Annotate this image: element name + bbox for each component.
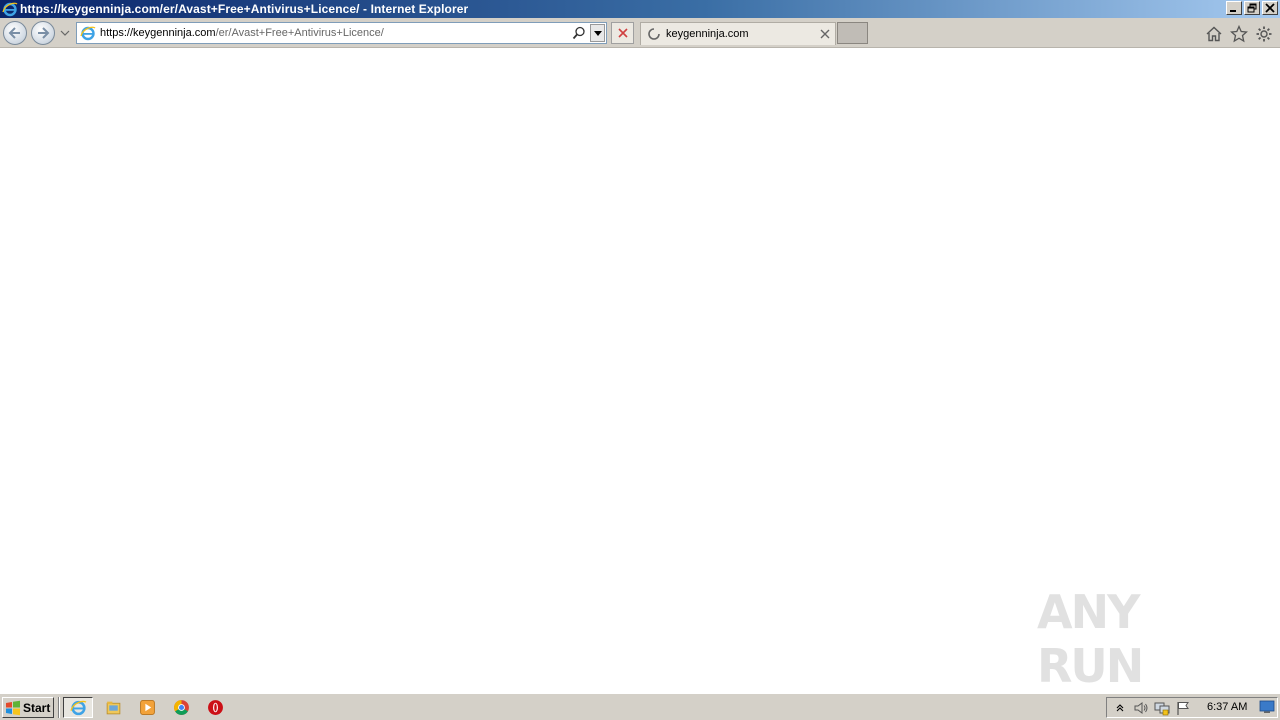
show-hidden-icons-button[interactable]	[1112, 700, 1128, 716]
search-icon[interactable]	[572, 26, 586, 40]
close-window-button[interactable]	[1262, 1, 1278, 15]
opera-icon	[207, 700, 223, 715]
clock[interactable]: 6:37 AM	[1207, 701, 1247, 713]
media-player-icon	[139, 700, 155, 715]
close-icon	[1265, 3, 1275, 13]
taskbar-chrome[interactable]	[166, 697, 196, 718]
tools-gear-icon[interactable]	[1255, 25, 1273, 43]
windows-logo-icon	[6, 700, 20, 715]
chevron-up-icon	[1116, 703, 1124, 711]
recent-pages-dropdown[interactable]	[59, 28, 71, 38]
address-bar[interactable]: https://keygenninja.com/er/Avast+Free+An…	[76, 22, 607, 44]
system-tray: 6:37 AM	[1106, 697, 1278, 718]
start-button[interactable]: Start	[2, 697, 54, 718]
url-path: /er/Avast+Free+Antivirus+Licence/	[215, 27, 384, 39]
window-title: https://keygenninja.com/er/Avast+Free+An…	[20, 2, 469, 16]
new-tab-button[interactable]	[837, 22, 868, 44]
folder-icon	[106, 701, 120, 715]
taskbar-opera[interactable]	[200, 697, 230, 718]
restore-button[interactable]	[1244, 1, 1260, 15]
taskbar-internet-explorer[interactable]	[63, 697, 93, 718]
forward-button[interactable]	[31, 21, 55, 45]
volume-button[interactable]	[1133, 700, 1149, 716]
taskbar-file-explorer[interactable]	[98, 697, 128, 718]
address-dropdown-button[interactable]	[590, 24, 605, 42]
watermark-text: ANY RUN	[1037, 585, 1144, 693]
title-bar: https://keygenninja.com/er/Avast+Free+An…	[0, 0, 1280, 18]
stop-icon	[617, 28, 628, 38]
ie-logo-icon	[2, 2, 18, 17]
taskbar: Start 6:37 AM	[0, 693, 1280, 720]
start-label: Start	[23, 700, 51, 715]
taskbar-separator	[58, 697, 60, 718]
minimize-button[interactable]	[1226, 1, 1242, 15]
chevron-down-icon	[593, 30, 602, 36]
url-host: https://keygenninja.com	[100, 27, 216, 39]
loading-spinner-icon	[648, 28, 660, 40]
close-tab-icon[interactable]	[819, 28, 831, 40]
back-arrow-icon	[8, 27, 20, 39]
taskbar-media-player[interactable]	[132, 697, 162, 718]
tab-label: keygenninja.com	[666, 28, 749, 40]
chrome-icon	[173, 700, 189, 715]
browser-tab[interactable]: keygenninja.com	[640, 22, 836, 45]
anyrun-watermark: ANY RUN	[1037, 585, 1237, 693]
minimize-icon	[1230, 10, 1236, 12]
network-icon	[1154, 702, 1170, 715]
internet-explorer-icon	[69, 700, 86, 716]
speaker-icon	[1134, 701, 1148, 714]
page-favicon-icon	[80, 26, 96, 41]
show-desktop-icon[interactable]	[1259, 700, 1275, 714]
home-icon[interactable]	[1205, 25, 1223, 43]
address-url[interactable]: https://keygenninja.com/er/Avast+Free+An…	[100, 27, 384, 39]
action-center-button[interactable]	[1175, 700, 1191, 716]
back-button[interactable]	[3, 21, 27, 45]
stop-button[interactable]	[611, 22, 634, 44]
forward-arrow-icon	[38, 27, 50, 39]
chevron-down-icon	[60, 30, 70, 36]
navigation-bar: https://keygenninja.com/er/Avast+Free+An…	[0, 18, 1280, 48]
restore-icon	[1247, 3, 1257, 13]
network-button[interactable]	[1154, 700, 1170, 716]
flag-icon	[1177, 701, 1189, 715]
favorites-star-icon[interactable]	[1230, 25, 1248, 43]
